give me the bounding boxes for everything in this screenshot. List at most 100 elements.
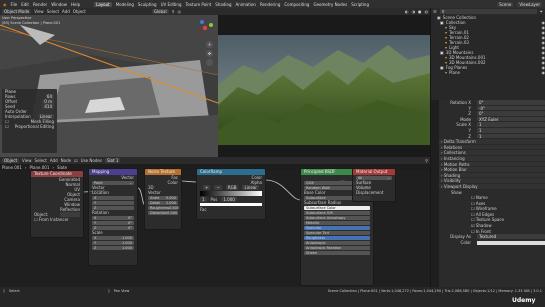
tab-layout[interactable]: Layout bbox=[94, 1, 112, 7]
ramp-mode[interactable]: RGB bbox=[225, 185, 239, 190]
tab-uv-editing[interactable]: UV Editing bbox=[161, 2, 182, 7]
visibility-icon[interactable]: ◐ bbox=[405, 9, 409, 14]
zoom-icon[interactable]: + bbox=[206, 41, 213, 48]
location-y[interactable]: Y bbox=[92, 201, 134, 205]
bsdf-subsurface-anisotropy[interactable]: Subsurface Anisotropy bbox=[304, 216, 370, 220]
camera-view-icon[interactable] bbox=[206, 59, 213, 66]
node-menu-select[interactable]: Select bbox=[35, 158, 47, 163]
noise-detail[interactable]: Detail 2.000 bbox=[148, 201, 178, 205]
rotation-x[interactable]: X 0° bbox=[92, 216, 134, 220]
viewport-collection-label: (63) Scene Collection | Plane.001 bbox=[2, 20, 61, 25]
socket-vector-in: Vector bbox=[148, 190, 161, 195]
node-menu-add[interactable]: Add bbox=[50, 158, 58, 163]
socket-vector-out: Vector bbox=[121, 175, 134, 180]
scene-selector[interactable]: Scene bbox=[497, 1, 514, 7]
ramp-stop-index[interactable]: 1 bbox=[200, 197, 207, 202]
ramp-stop-position[interactable]: 1.000 bbox=[221, 197, 237, 202]
proportional-editing-checkbox[interactable]: ☐ Proportional Editing bbox=[2, 124, 57, 129]
view-layer-selector[interactable]: ViewLayer bbox=[517, 1, 542, 7]
outliner-search[interactable]: ⚲ bbox=[439, 9, 537, 14]
status-pan-view: Pan View bbox=[113, 289, 130, 293]
tab-animation[interactable]: Animation bbox=[236, 2, 256, 7]
viewport-3d[interactable]: User Perspective (63) Scene Collection |… bbox=[0, 15, 218, 157]
bsdf-metallic[interactable]: Metallic bbox=[304, 221, 370, 225]
node-noise-texture[interactable]: Noise Texture Fac Color 3D Vector Scale 5… bbox=[144, 168, 182, 230]
node-mapping[interactable]: Mapping Vector Point ⌄ Vector Location X … bbox=[88, 168, 138, 266]
viewport-menu-view[interactable]: View bbox=[34, 9, 44, 14]
viewport-render[interactable] bbox=[218, 15, 430, 157]
tab-texture-paint[interactable]: Texture Paint bbox=[185, 2, 211, 7]
node-material-output[interactable]: Material Output All ⌄ Surface Volume Disp… bbox=[352, 168, 396, 202]
ramp-stop-color[interactable] bbox=[200, 203, 262, 206]
viewport-menu-object[interactable]: Object bbox=[73, 9, 86, 14]
tab-geometry-nodes[interactable]: Geometry Nodes bbox=[313, 2, 347, 7]
orientation-selector[interactable]: Global bbox=[151, 9, 169, 14]
use-nodes-checkbox[interactable]: ☑ bbox=[74, 158, 78, 163]
outliner-display-icon[interactable]: ☰ bbox=[433, 9, 437, 14]
node-editor-canvas[interactable]: Texture Coordinate Generated Normal UV O… bbox=[0, 168, 430, 287]
ramp-remove-stop[interactable]: − bbox=[214, 185, 222, 190]
node-colorramp[interactable]: ColorRamp Color Alpha + − RGB Linear 1 Pos 1.… bbox=[196, 168, 266, 220]
outliner-header: ☰ ⚲ ⏷ bbox=[431, 8, 545, 15]
tab-rendering[interactable]: Rendering bbox=[260, 2, 280, 7]
bsdf-sheen[interactable]: Sheen bbox=[304, 251, 370, 255]
bsdf-anisotropic[interactable]: Anisotropic bbox=[304, 241, 370, 245]
socket-fac-in: Fac bbox=[200, 207, 207, 212]
menu-render[interactable]: Render bbox=[33, 2, 47, 7]
ramp-add-stop[interactable]: + bbox=[203, 185, 211, 190]
noise-distortion[interactable]: Distortion 0.000 bbox=[148, 211, 178, 215]
redo-panel: Plane Rows 64 Offset 0 m Seed 414 Auto Orde… bbox=[2, 89, 57, 153]
scale-y[interactable]: Y 1.000 bbox=[92, 241, 134, 245]
filter-icon[interactable]: ⏷ bbox=[540, 9, 543, 14]
color-ramp-gradient[interactable] bbox=[200, 191, 262, 196]
pan-icon[interactable]: ✥ bbox=[206, 50, 213, 57]
menu-edit[interactable]: Edit bbox=[21, 2, 29, 7]
proportional-icon[interactable]: ◎ bbox=[178, 9, 182, 14]
bsdf-roughness[interactable]: Roughness bbox=[304, 236, 370, 240]
bsdf-specular[interactable]: Specular bbox=[304, 226, 370, 230]
slot-selector[interactable]: Slot 1 bbox=[104, 158, 121, 163]
udemy-watermark: Udemy bbox=[512, 297, 536, 304]
bsdf-subsurface-ior[interactable]: Subsurface IOR bbox=[304, 211, 370, 215]
tab-scripting[interactable]: Scripting bbox=[351, 2, 369, 7]
bsdf-subsurface-color[interactable]: Subsurface Color bbox=[304, 206, 370, 210]
bsdf-anisotropic-rotation[interactable]: Anisotropic Rotation bbox=[304, 246, 370, 250]
mode-selector[interactable]: Object Mode bbox=[2, 9, 32, 14]
outliner-item[interactable]: ▾ Plane ◉ bbox=[431, 70, 545, 75]
prop-color[interactable]: Color bbox=[431, 240, 545, 246]
snap-icon[interactable]: ⚲ bbox=[172, 9, 175, 14]
ramp-interpolation[interactable]: Linear bbox=[242, 185, 259, 190]
menu-file[interactable]: File bbox=[11, 2, 18, 7]
viewport-menu-select[interactable]: Select bbox=[47, 9, 59, 14]
from-instancer-checkbox[interactable]: ☐ From Instancer bbox=[31, 217, 83, 222]
node-editor-header: Object View Select Add Node ☑ Use Nodes … bbox=[0, 157, 430, 164]
shading-material-icon[interactable]: ◍ bbox=[425, 9, 429, 14]
noise-roughness[interactable]: Roughness 0.500 bbox=[148, 206, 179, 210]
rotation-y[interactable]: Y 0° bbox=[92, 221, 134, 225]
tab-shading[interactable]: Shading bbox=[215, 2, 231, 7]
noise-scale[interactable]: Scale 5.000 bbox=[148, 196, 178, 200]
overlay-icon[interactable]: ◑ bbox=[412, 9, 416, 14]
location-x[interactable]: X bbox=[92, 196, 134, 200]
visibility-eye-icon[interactable]: ◉ bbox=[542, 70, 545, 75]
menu-window[interactable]: Window bbox=[51, 2, 67, 7]
properties-tabs bbox=[431, 100, 439, 287]
bsdf-specular-tint[interactable]: Specular Tint bbox=[304, 231, 370, 235]
node-menu-node[interactable]: Node bbox=[61, 158, 71, 163]
navigation-gizmo[interactable] bbox=[196, 19, 214, 37]
editor-type-object[interactable]: Object bbox=[2, 158, 20, 163]
tab-modeling[interactable]: Modeling bbox=[116, 2, 134, 7]
scale-x[interactable]: X 1.000 bbox=[92, 236, 134, 240]
scale-z[interactable]: Z 1.000 bbox=[92, 246, 134, 250]
menu-help[interactable]: Help bbox=[71, 2, 80, 7]
viewport-menu-add[interactable]: Add bbox=[62, 9, 70, 14]
blender-logo-icon[interactable]: ◉ bbox=[3, 2, 7, 7]
tab-compositing[interactable]: Compositing bbox=[284, 2, 309, 7]
tab-sculpting[interactable]: Sculpting bbox=[138, 2, 157, 7]
shading-solid-icon[interactable]: ● bbox=[418, 9, 422, 14]
node-menu-view[interactable]: View bbox=[22, 158, 32, 163]
pin-icon[interactable]: ⚲ bbox=[425, 158, 428, 163]
node-texture-coordinate[interactable]: Texture Coordinate Generated Normal UV O… bbox=[30, 170, 84, 238]
status-select: Select bbox=[8, 289, 20, 293]
viewport-header: Object Mode View Select Add Object Globa… bbox=[0, 8, 430, 15]
